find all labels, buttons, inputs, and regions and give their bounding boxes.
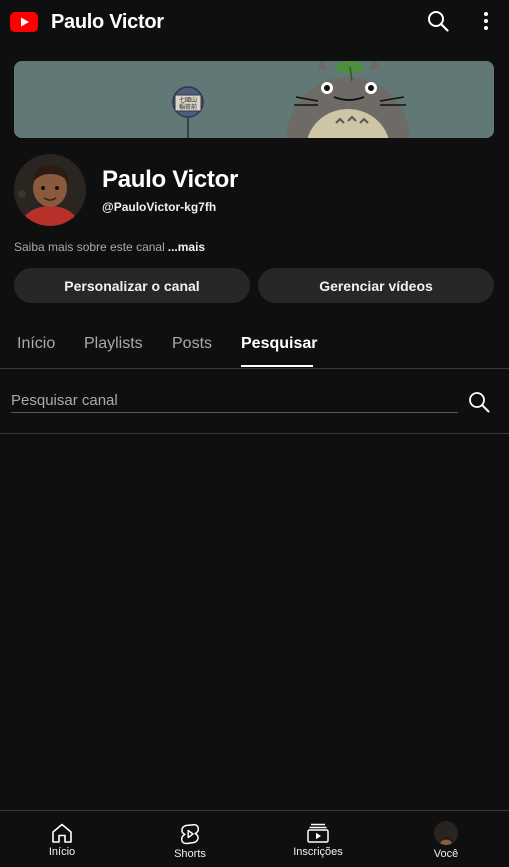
tab-inicio[interactable]: Início [17,335,55,353]
nav-label-voce: Você [433,848,459,860]
avatar-illustration [14,154,86,226]
nav-item-shorts[interactable]: Shorts [140,811,240,867]
sign-text-bottom: 稲荷前 [179,103,197,111]
channel-banner: 七國山 稲荷前 [14,61,494,138]
tab-pesquisar[interactable]: Pesquisar [241,335,317,353]
avatar [434,821,458,845]
nav-label-inscricoes: Inscrições [293,846,343,858]
subscriptions-icon [307,823,329,843]
search-icon[interactable] [468,391,490,413]
app-title: Paulo Victor [51,11,164,33]
youtube-logo-icon[interactable] [10,12,38,32]
channel-search-input[interactable] [11,388,458,413]
banner-illustration: 七國山 稲荷前 [14,61,494,138]
top-app-bar: Paulo Victor [0,0,509,44]
channel-name: Paulo Victor [102,166,238,193]
sign-text-top: 七國山 [179,96,197,104]
home-icon [52,823,72,843]
nav-item-inicio[interactable]: Início [12,811,112,867]
active-tab-indicator [241,365,313,367]
shorts-icon [180,824,200,845]
search-icon[interactable] [427,10,449,32]
channel-about[interactable]: Saiba mais sobre este canal ...mais [14,240,205,254]
channel-tabs: Início Playlists Posts Pesquisar [0,320,509,369]
channel-handle: @PauloVictor-kg7fh [102,200,217,214]
channel-avatar[interactable] [14,154,86,226]
more-vertical-icon[interactable] [476,10,496,32]
nav-label-shorts: Shorts [174,848,206,860]
nav-label-inicio: Início [48,846,76,858]
bottom-navigation: Início Shorts Inscrições Você [0,810,509,867]
about-more-link[interactable]: ...mais [168,240,205,254]
manage-videos-button[interactable]: Gerenciar vídeos [258,268,494,303]
nav-avatar-illustration [434,833,458,845]
customize-channel-button[interactable]: Personalizar o canal [14,268,250,303]
nav-item-inscricoes[interactable]: Inscrições [268,811,368,867]
tab-playlists[interactable]: Playlists [84,335,143,353]
tab-posts[interactable]: Posts [172,335,212,353]
about-text: Saiba mais sobre este canal [14,240,165,254]
nav-item-voce[interactable]: Você [396,811,496,867]
channel-search-row [0,370,509,434]
